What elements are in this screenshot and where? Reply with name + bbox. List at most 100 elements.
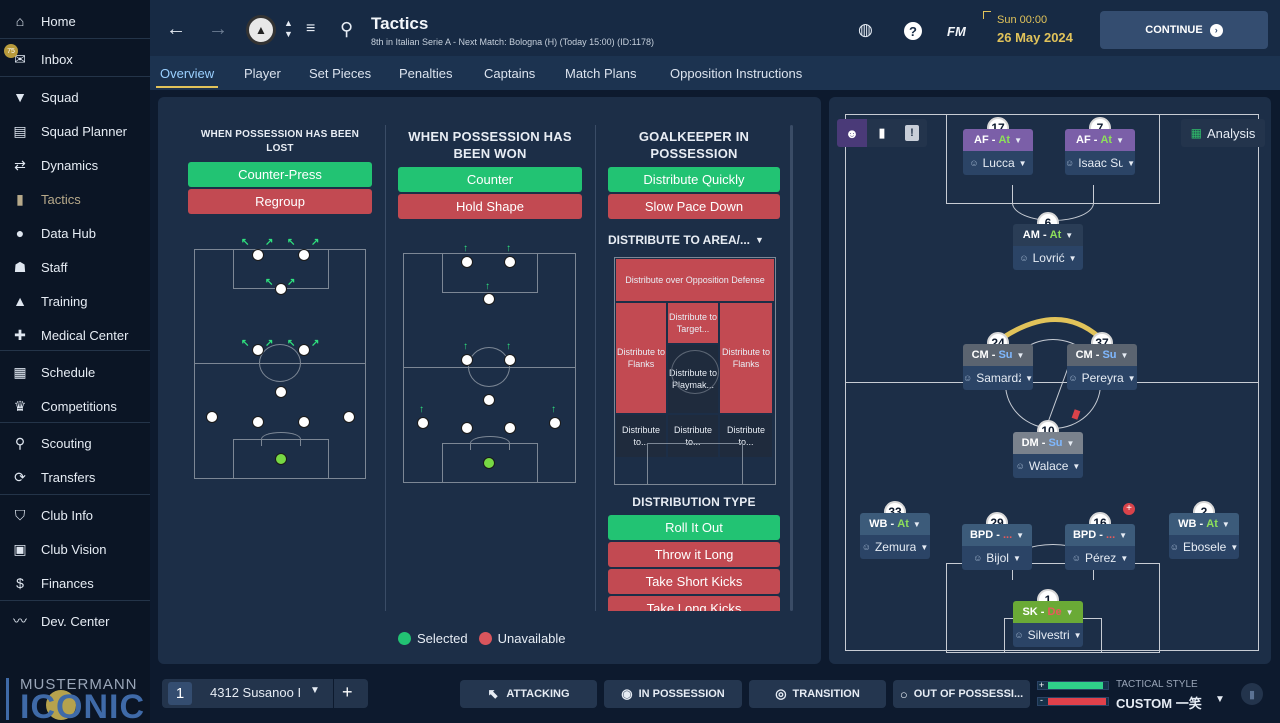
back-arrow-icon[interactable]: ← — [166, 18, 186, 41]
tab-set-pieces[interactable]: Set Pieces — [309, 56, 371, 90]
role-selector[interactable]: AF - At ▼ — [963, 129, 1033, 151]
role-selector[interactable]: WB - At ▼ — [860, 513, 930, 535]
chevron-down-icon[interactable]: ▼ — [1215, 694, 1225, 705]
tactic-slot-number[interactable]: 1 — [168, 682, 192, 705]
area-cell[interactable]: Distribute to Flanks — [616, 303, 666, 413]
counter-button[interactable]: Counter — [398, 167, 582, 192]
player-card[interactable]: 24CM - Su▼☺Samardžić▼ — [963, 332, 1033, 390]
continue-button[interactable]: CONTINUE › — [1100, 11, 1268, 49]
hold-shape-button[interactable]: Hold Shape — [398, 194, 582, 219]
tactic-analysis-icon[interactable]: ▮ — [1241, 683, 1263, 705]
sidebar-item-transfers[interactable]: ⟳ Transfers — [0, 460, 150, 494]
forward-arrow-icon[interactable]: → — [208, 18, 228, 41]
role-selector[interactable]: SK - De ▼ — [1013, 601, 1083, 623]
role-selector[interactable]: CM - Su ▼ — [1067, 344, 1137, 366]
player-dot — [461, 256, 473, 268]
sidebar-item-squad-planner[interactable]: ▤ Squad Planner — [0, 114, 150, 148]
player-name-selector[interactable]: ☺Samardžić ▼ — [963, 366, 1033, 390]
tactical-style-panel[interactable]: + - TACTICAL STYLE CUSTOM 一笑 ▼ — [1037, 679, 1235, 711]
add-tactic-button[interactable]: + — [342, 682, 353, 703]
player-card[interactable]: 10 DM - Su ▼ ☺ Walace ▼ — [1013, 420, 1083, 478]
date-label[interactable]: 26 May 2024 — [997, 30, 1073, 45]
scrollbar[interactable] — [790, 125, 793, 611]
sidebar-item-training[interactable]: ▲ Training — [0, 284, 150, 318]
tab-opposition-instructions[interactable]: Opposition Instructions — [670, 56, 802, 90]
area-cell[interactable]: Distribute over Opposition Defense — [616, 259, 774, 301]
area-cell[interactable]: Distribute to Target... — [668, 303, 718, 343]
slow-pace-down-button[interactable]: Slow Pace Down — [608, 194, 780, 219]
world-icon[interactable]: ◍ — [858, 20, 873, 40]
role-selector[interactable]: BPD - ... ▼ — [1065, 524, 1135, 546]
player-card[interactable]: 17 AF - At ▼ ☺ Lucca ▼ — [963, 117, 1033, 175]
tab-overview[interactable]: Overview — [155, 56, 219, 90]
take-short-kicks-button[interactable]: Take Short Kicks — [608, 569, 780, 594]
chevron-down-icon[interactable]: ▼ — [310, 685, 320, 696]
player-name-selector[interactable]: ☺ Walace ▼ — [1013, 454, 1083, 478]
transition-phase-button[interactable]: ◎ TRANSITION — [749, 680, 886, 708]
tactic-slot-selector[interactable]: 1 4312 Susanoo I ▼ + — [162, 679, 368, 708]
sidebar-item-inbox[interactable]: ✉ Inbox 75 — [0, 42, 150, 76]
player-card[interactable]: 7AF - At▼☺Isaac Succes.▼ — [1065, 117, 1135, 175]
player-name-selector[interactable]: ☺ Bijol ▼ — [962, 546, 1032, 570]
search-icon[interactable]: ⚲ — [340, 19, 353, 40]
distribute-quickly-button[interactable]: Distribute Quickly — [608, 167, 780, 192]
sidebar-item-scouting[interactable]: ⚲ Scouting — [0, 426, 150, 460]
sidebar-item-club-info[interactable]: ⛉ Club Info — [0, 498, 150, 532]
player-name-selector[interactable]: ☺ Lovrić ▼ — [1013, 246, 1083, 270]
player-card[interactable]: 2 WB - At ▼ ☺ Ebosele ▼ — [1169, 501, 1239, 559]
player-name-selector[interactable]: ☺ Lucca ▼ — [963, 151, 1033, 175]
player-card[interactable]: 16 BPD - ... ▼ ☺ Pérez ▼ — [1065, 512, 1135, 570]
player-card[interactable]: 37 CM - Su ▼ ☺ Pereyra ▼ — [1067, 332, 1137, 390]
in-possession-phase-button[interactable]: ◉ IN POSSESSION — [604, 680, 742, 708]
area-cell[interactable]: Distribute to Flanks — [720, 303, 772, 413]
tab-captains[interactable]: Captains — [484, 56, 535, 90]
fm-button[interactable]: FM — [947, 24, 966, 39]
sidebar-item-squad[interactable]: ▼ Squad — [0, 80, 150, 114]
player-name-selector[interactable]: ☺ Pereyra ▼ — [1067, 366, 1137, 390]
person-icon: ☺ — [1015, 461, 1025, 471]
sidebar-item-competitions[interactable]: ♛ Competitions — [0, 389, 150, 423]
roll-it-out-button[interactable]: Roll It Out — [608, 515, 780, 540]
role-selector[interactable]: WB - At ▼ — [1169, 513, 1239, 535]
sidebar-item-finances[interactable]: $ Finances — [0, 566, 150, 600]
throw-it-long-button[interactable]: Throw it Long — [608, 542, 780, 567]
tactic-name[interactable]: 4312 Susanoo I — [210, 685, 301, 700]
player-card[interactable]: 33 WB - At ▼ ☺ Zemura ▼ — [860, 501, 930, 559]
tab-penalties[interactable]: Penalties — [399, 56, 452, 90]
club-badge-icon[interactable]: ▲ — [246, 15, 276, 45]
menu-icon[interactable]: ≡ — [306, 20, 315, 38]
player-name-selector[interactable]: ☺ Silvestri ▼ — [1013, 623, 1083, 647]
sidebar-item-staff[interactable]: ☗ Staff — [0, 250, 150, 284]
role-selector[interactable]: AF - At ▼ — [1065, 129, 1135, 151]
regroup-button[interactable]: Regroup — [188, 189, 372, 214]
player-name-selector[interactable]: ☺Isaac Succes.▼ — [1065, 151, 1135, 175]
help-button[interactable]: ? — [904, 22, 922, 40]
out-of-possession-phase-button[interactable]: ○ OUT OF POSSESSI... — [893, 680, 1030, 708]
tab-match-plans[interactable]: Match Plans — [565, 56, 637, 90]
player-card[interactable]: 6 AM - At ▼ ☺ Lovrić ▼ — [1013, 212, 1083, 270]
role-selector[interactable]: BPD - ... ▼ — [962, 524, 1032, 546]
sidebar-item-medical-center[interactable]: ✚ Medical Center — [0, 318, 150, 352]
role-selector[interactable]: AM - At ▼ — [1013, 224, 1083, 246]
sidebar-item-dynamics[interactable]: ⇄ Dynamics — [0, 148, 150, 182]
sidebar-item-data-hub[interactable]: ● Data Hub — [0, 216, 150, 250]
take-long-kicks-button[interactable]: Take Long Kicks — [608, 596, 780, 611]
player-name-selector[interactable]: ☺ Ebosele ▼ — [1169, 535, 1239, 559]
sidebar-item-home[interactable]: ⌂ Home — [0, 4, 150, 38]
tab-player[interactable]: Player — [244, 56, 281, 90]
role-selector[interactable]: CM - Su ▼ — [963, 344, 1033, 366]
role-label: DM — [1021, 437, 1039, 449]
player-name-selector[interactable]: ☺ Zemura ▼ — [860, 535, 930, 559]
player-name-selector[interactable]: ☺ Pérez ▼ — [1065, 546, 1135, 570]
attacking-phase-button[interactable]: ⬉ ATTACKING — [460, 680, 597, 708]
club-switch-icon[interactable]: ▲ ▼ — [284, 18, 293, 40]
role-selector[interactable]: DM - Su ▼ — [1013, 432, 1083, 454]
counter-press-button[interactable]: Counter-Press — [188, 162, 372, 187]
player-card[interactable]: 29 BPD - ... ▼ ☺ Bijol ▼ — [962, 512, 1032, 570]
sidebar-item-club-vision[interactable]: ▣ Club Vision — [0, 532, 150, 566]
player-card[interactable]: 1 SK - De ▼ ☺ Silvestri ▼ — [1013, 589, 1083, 647]
sidebar-item-dev-center[interactable]: 〰 Dev. Center — [0, 604, 150, 638]
sidebar-item-schedule[interactable]: ▦ Schedule — [0, 355, 150, 389]
sidebar-item-tactics[interactable]: ▮ Tactics — [0, 182, 150, 216]
distribute-area-dropdown[interactable]: DISTRIBUTE TO AREA/... ▼ — [608, 232, 780, 248]
